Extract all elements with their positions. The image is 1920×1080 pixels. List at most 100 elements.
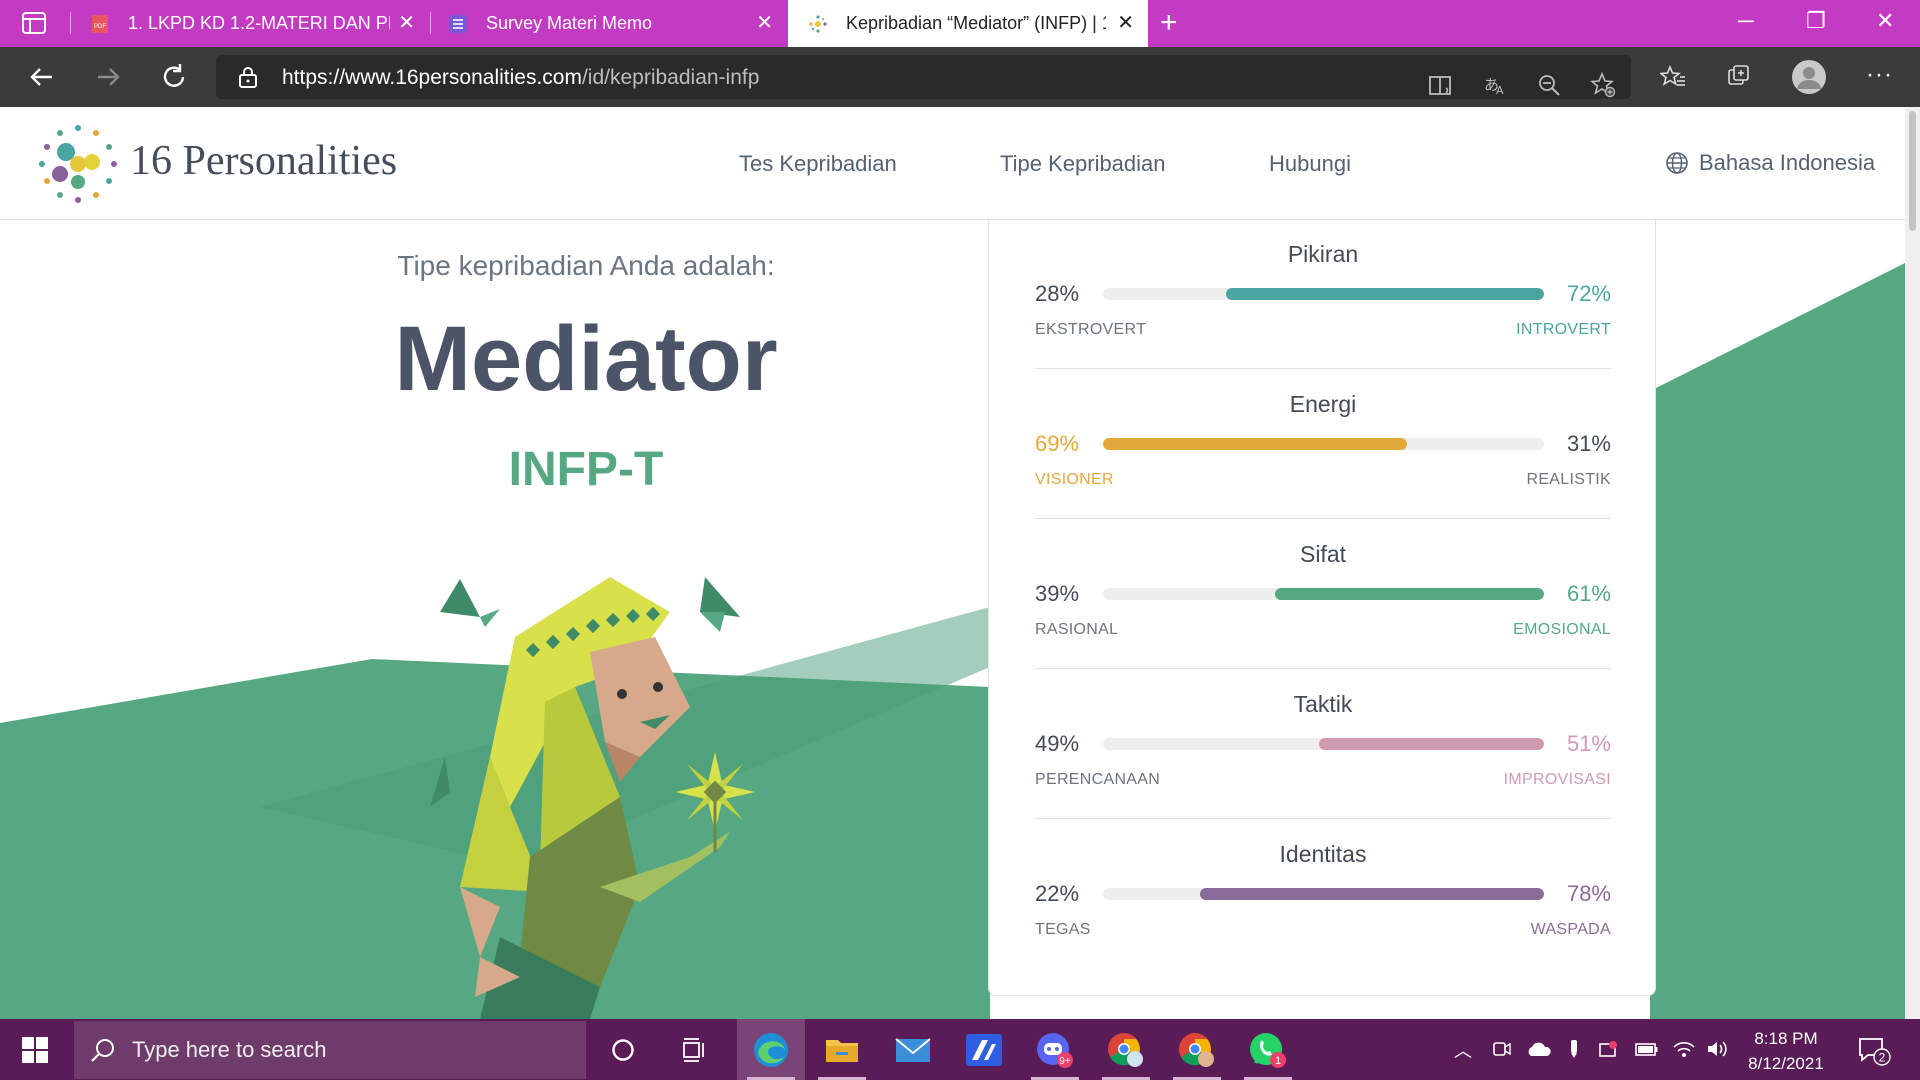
profile-avatar[interactable] [1791,59,1827,95]
show-hidden-icons-icon[interactable]: ︿ [1454,1037,1472,1063]
globe-icon [1666,152,1688,174]
tab-lkpd[interactable]: PDF 1. LKPD KD 1.2-MATERI DAN PER ✕ [90,0,415,47]
discord-icon: 9+ [1037,1032,1073,1068]
notification-center-icon[interactable]: 2 [1858,1035,1892,1067]
close-icon[interactable]: ✕ [398,13,415,33]
site-header: 16 Personalities Tes Kepribadian Tipe Ke… [0,107,1905,220]
taskbar-chrome-1[interactable] [1092,1019,1160,1080]
trait-right-percent: 72% [1566,281,1611,306]
svg-text:PDF: PDF [94,24,106,30]
add-favorite-icon[interactable] [1590,72,1616,98]
taskbar-edge[interactable] [737,1019,805,1080]
taskbar-app-a[interactable] [950,1019,1018,1080]
taskbar-chrome-2[interactable] [1163,1019,1231,1080]
cortana-icon[interactable] [611,1038,635,1062]
16personalities-logo-icon[interactable] [36,122,120,206]
trait-row-energi: Energi 69% 31% VISIONER REALISTIK [1035,369,1611,519]
new-tab-button[interactable]: + [1160,8,1178,38]
trait-left-percent: 22% [1035,881,1080,906]
tab-actions-icon[interactable] [22,12,46,34]
minimize-button[interactable]: ─ [1738,8,1754,34]
battery-icon[interactable] [1634,1039,1660,1059]
trait-left-label: TEGAS [1035,921,1091,938]
svg-text:2: 2 [1879,1051,1886,1065]
immersive-reader-icon[interactable] [1428,72,1454,98]
url-text: https://www.16personalities.com/id/kepri… [282,66,760,89]
wifi-icon[interactable] [1672,1039,1696,1059]
nav-hubungi[interactable]: Hubungi [1269,151,1351,177]
trait-left-percent: 49% [1035,731,1080,756]
trait-left-percent: 69% [1035,431,1080,456]
whatsapp-icon: 1 [1250,1032,1286,1068]
forward-icon[interactable] [92,61,124,93]
trait-bar-fill [1226,288,1544,300]
trait-row-taktik: Taktik 49% 51% PERENCANAAN IMPROVISASI [1035,669,1611,819]
trait-right-percent: 61% [1566,581,1611,606]
trait-left-label: RASIONAL [1035,621,1119,638]
task-view-icon[interactable] [682,1037,708,1063]
clock-date: 8/12/2021 [1748,1054,1824,1073]
trait-name: Identitas [1279,841,1367,867]
taskbar-search[interactable]: Type here to search [74,1021,586,1079]
search-icon [91,1039,114,1062]
language-selector[interactable]: Bahasa Indonesia [1665,150,1875,176]
windows-start-icon[interactable] [22,1037,48,1063]
translate-icon[interactable]: あA [1482,72,1508,98]
scrollbar-thumb[interactable] [1909,111,1916,231]
clock-time: 8:18 PM [1754,1029,1818,1048]
folder-icon [826,1039,858,1062]
meet-now-icon[interactable] [1492,1039,1512,1059]
taskbar-mail[interactable] [879,1019,947,1080]
trait-bar-fill [1103,438,1408,450]
close-icon[interactable]: ✕ [756,13,773,33]
taskbar-whatsapp[interactable]: 1 [1234,1019,1302,1080]
lock-icon[interactable] [238,66,258,88]
windows-taskbar: Type here to search 9+ 1 ︿ 8:18 PM 8/12/… [0,1019,1920,1080]
nav-tipe-kepribadian[interactable]: Tipe Kepribadian [1000,151,1166,177]
tab-survey[interactable]: Survey Materi Memo ✕ [448,0,773,47]
pen-icon[interactable] [1564,1039,1584,1059]
trait-bar-track [1103,738,1544,750]
tab-16personalities[interactable]: Kepribadian “Mediator” (INFP) | 1 ✕ [788,0,1148,47]
svg-text:9+: 9+ [1059,1056,1071,1067]
onedrive-icon[interactable] [1526,1039,1552,1059]
trait-row-pikiran: Pikiran 28% 72% EKSTROVERT INTROVERT [1035,219,1611,369]
refresh-icon[interactable] [158,61,190,93]
trait-name: Sifat [1299,541,1347,567]
trait-bar-track [1103,588,1544,600]
language-label: Bahasa Indonesia [1699,150,1876,175]
back-icon[interactable] [26,61,58,93]
system-clock[interactable]: 8:18 PM 8/12/2021 [1738,1026,1834,1076]
page-scrollbar[interactable] [1905,107,1920,1019]
svg-text:A: A [1496,84,1504,97]
restore-button[interactable]: ❐ [1806,8,1826,34]
chrome-icon [1108,1032,1143,1067]
trait-bar-fill [1319,738,1544,750]
collections-icon[interactable] [1726,64,1752,90]
chrome-profile-icon [1179,1032,1214,1067]
svg-text:1: 1 [1275,1055,1281,1067]
trait-right-percent: 31% [1566,431,1611,456]
trait-bar-fill [1200,888,1544,900]
window-close-button[interactable]: ✕ [1876,8,1894,34]
taskbar-file-explorer[interactable] [808,1019,876,1080]
mail-icon [895,1037,931,1062]
site-logo[interactable]: 16 Personalities [130,137,397,185]
nav-tes-kepribadian[interactable]: Tes Kepribadian [739,151,897,177]
zoom-out-icon[interactable] [1536,72,1562,98]
more-options-icon[interactable]: ··· [1866,61,1893,89]
trait-right-percent: 78% [1566,881,1611,906]
trait-left-label: PERENCANAAN [1035,771,1161,788]
security-icon[interactable] [1598,1039,1618,1059]
tab-title: Survey Materi Memo [486,13,653,33]
close-icon[interactable]: ✕ [1117,13,1134,33]
volume-icon[interactable] [1706,1039,1730,1059]
taskbar-discord[interactable]: 9+ [1021,1019,1089,1080]
favorites-icon[interactable] [1660,64,1686,90]
trait-name: Taktik [1293,691,1353,717]
url-field[interactable]: https://www.16personalities.com/id/kepri… [216,55,1631,99]
tab-title: 1. LKPD KD 1.2-MATERI DAN PER [128,13,390,33]
trait-bar-track [1103,438,1544,450]
trait-row-sifat: Sifat 39% 61% RASIONAL EMOSIONAL [1035,519,1611,669]
address-bar-row: https://www.16personalities.com/id/kepri… [0,47,1920,107]
